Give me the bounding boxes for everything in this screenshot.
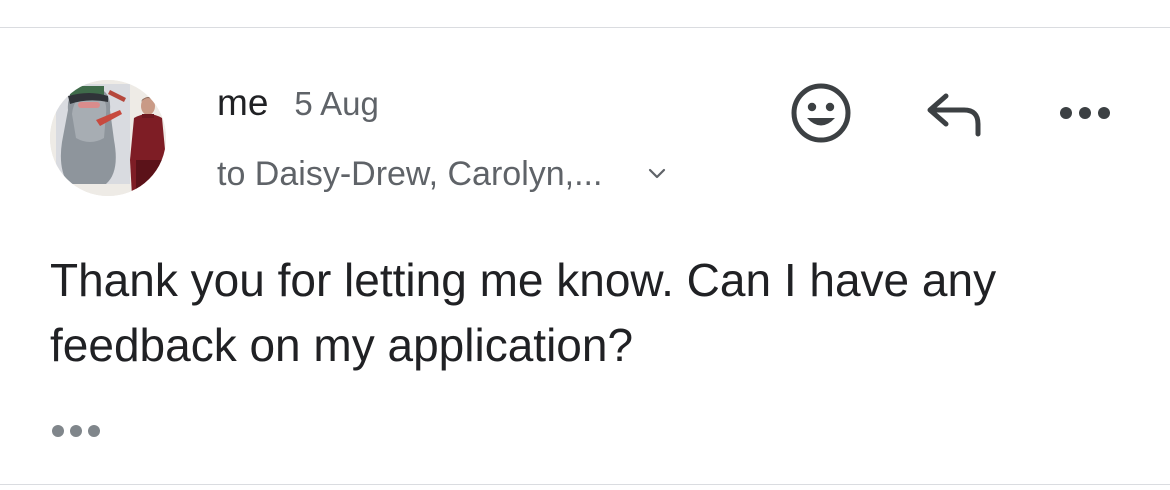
sender-header: me 5 Aug bbox=[217, 82, 379, 126]
reply-arrow-icon bbox=[927, 93, 981, 137]
message-date: 5 Aug bbox=[294, 85, 379, 122]
smiley-face-icon bbox=[791, 83, 851, 143]
avatar-photo bbox=[50, 80, 166, 196]
expand-recipients-button[interactable] bbox=[644, 161, 670, 187]
recipients-row[interactable]: to Daisy-Drew, Carolyn,... bbox=[217, 152, 670, 196]
bottom-divider bbox=[0, 484, 1170, 485]
more-options-button[interactable] bbox=[1056, 96, 1114, 130]
more-horizontal-icon bbox=[1060, 107, 1110, 119]
top-divider bbox=[0, 27, 1170, 28]
sender-avatar[interactable] bbox=[50, 80, 166, 196]
add-reaction-button[interactable] bbox=[788, 80, 854, 146]
recipients-summary[interactable]: to Daisy-Drew, Carolyn,... bbox=[217, 155, 602, 194]
ellipsis-icon bbox=[52, 425, 100, 437]
message-body: Thank you for letting me know. Can I hav… bbox=[50, 254, 997, 371]
chevron-down-icon bbox=[649, 168, 666, 179]
sender-name[interactable]: me bbox=[217, 82, 268, 124]
reply-button[interactable] bbox=[922, 86, 986, 140]
show-trimmed-content-button[interactable] bbox=[50, 418, 106, 444]
